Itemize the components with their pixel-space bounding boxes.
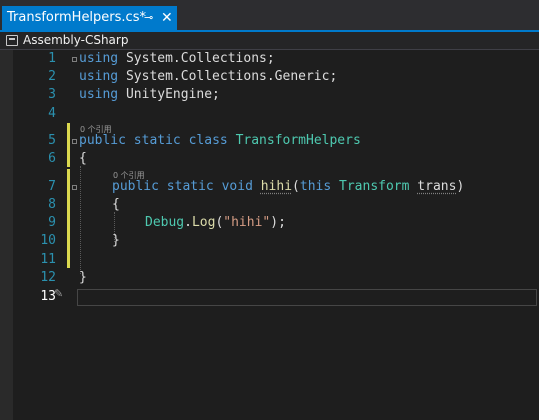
code-line: { bbox=[79, 150, 87, 168]
line-number: 2 bbox=[48, 69, 56, 84]
indent-guide bbox=[80, 166, 81, 274]
line-number: 11 bbox=[40, 252, 56, 267]
close-icon[interactable]: ✕ bbox=[161, 6, 173, 30]
code-line: public static void hihi(this Transform t… bbox=[112, 178, 464, 196]
line-number: 3 bbox=[48, 87, 56, 102]
change-bar bbox=[67, 123, 70, 167]
namespace: System.Collections.Generic; bbox=[125, 69, 338, 84]
line-number: 4 bbox=[48, 106, 56, 121]
open-paren: ( bbox=[292, 179, 300, 194]
current-line-highlight bbox=[77, 289, 537, 306]
line-number: 8 bbox=[48, 197, 56, 212]
code-line: Debug.Log("hihi"); bbox=[145, 214, 286, 232]
line-number: 10 bbox=[40, 233, 56, 248]
code-line: public static class TransformHelpers bbox=[79, 132, 361, 150]
project-icon bbox=[6, 35, 18, 46]
namespace: UnityEngine; bbox=[125, 87, 220, 102]
line-number-current: 13 bbox=[40, 289, 56, 304]
keyword: using bbox=[79, 69, 119, 84]
navigation-bar: Assembly-CSharp bbox=[0, 32, 539, 50]
dot: . bbox=[184, 215, 192, 230]
keyword: using bbox=[79, 51, 119, 66]
open-brace: { bbox=[79, 151, 87, 166]
class-name: TransformHelpers bbox=[235, 133, 361, 148]
close-paren: ); bbox=[270, 215, 286, 230]
pin-icon[interactable]: ⊸ bbox=[144, 6, 153, 30]
code-line: { bbox=[112, 196, 120, 214]
line-number: 7 bbox=[48, 179, 56, 194]
keyword: static bbox=[166, 179, 214, 194]
change-bar bbox=[67, 169, 70, 268]
code-line: } bbox=[79, 269, 87, 287]
keyword: public bbox=[79, 133, 126, 148]
indicator-margin bbox=[0, 50, 13, 420]
namespace: System.Collections; bbox=[125, 51, 275, 66]
open-brace: { bbox=[112, 197, 120, 212]
keyword: public bbox=[112, 179, 159, 194]
line-number: 5 bbox=[48, 133, 56, 148]
tab-title: TransformHelpers.cs* bbox=[7, 10, 146, 25]
code-editor[interactable]: 1 2 3 4 5 6 7 8 9 10 11 12 13 0 个引用 0 个引… bbox=[0, 50, 539, 420]
method-name: hihi bbox=[260, 179, 293, 194]
document-tab-strip: TransformHelpers.cs* ⊸ ✕ bbox=[0, 0, 539, 30]
line-number: 6 bbox=[48, 151, 56, 166]
keyword: static bbox=[133, 133, 181, 148]
method-name: Log bbox=[191, 215, 216, 230]
line-number: 1 bbox=[48, 51, 56, 66]
line-number: 12 bbox=[40, 270, 56, 285]
code-line: using System.Collections.Generic; bbox=[79, 68, 337, 86]
parameter-name: trans bbox=[417, 179, 457, 194]
document-tab[interactable]: TransformHelpers.cs* ⊸ ✕ bbox=[2, 6, 177, 30]
fold-marker-icon[interactable] bbox=[72, 139, 77, 144]
close-brace: } bbox=[79, 270, 87, 285]
fold-marker-icon[interactable] bbox=[72, 57, 77, 62]
code-line: using System.Collections; bbox=[79, 50, 275, 68]
type-name: Transform bbox=[339, 179, 410, 194]
close-paren: ) bbox=[456, 179, 465, 194]
keyword: this bbox=[299, 179, 332, 194]
keyword: class bbox=[188, 133, 228, 148]
keyword: void bbox=[221, 179, 253, 194]
fold-marker-icon[interactable] bbox=[72, 185, 77, 190]
string-literal: "hihi" bbox=[223, 215, 271, 230]
keyword: using bbox=[79, 87, 119, 102]
pencil-icon: ✎ bbox=[54, 287, 64, 300]
code-line: using UnityEngine; bbox=[79, 86, 220, 104]
type-name: Debug bbox=[145, 215, 185, 230]
project-dropdown[interactable]: Assembly-CSharp bbox=[23, 32, 128, 49]
code-line: } bbox=[112, 232, 120, 250]
close-brace: } bbox=[112, 233, 120, 248]
line-number: 9 bbox=[48, 215, 56, 230]
